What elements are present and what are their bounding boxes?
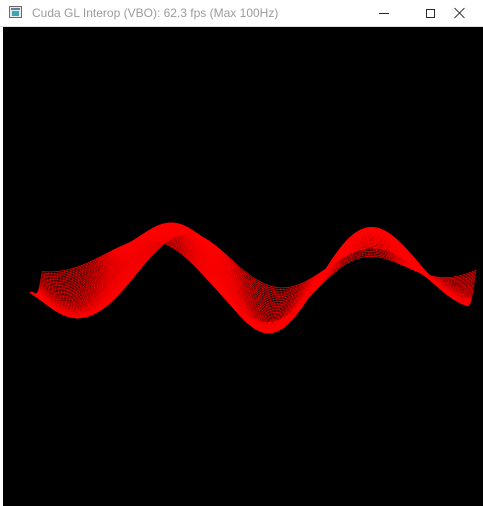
minimize-icon: [379, 12, 389, 14]
sine-wave-mesh: [29, 222, 477, 334]
app-window: Cuda GL Interop (VBO): 62.3 fps (Max 100…: [0, 0, 483, 506]
window-title: Cuda GL Interop (VBO): 62.3 fps (Max 100…: [32, 6, 279, 20]
maximize-icon: [425, 8, 435, 18]
mesh-wireframe: [29, 222, 477, 334]
gl-viewport[interactable]: [3, 27, 483, 506]
close-icon: [454, 7, 466, 19]
title-bar[interactable]: Cuda GL Interop (VBO): 62.3 fps (Max 100…: [0, 0, 483, 27]
minimize-button[interactable]: [361, 0, 407, 26]
app-window-icon[interactable]: [9, 6, 22, 18]
close-button[interactable]: [437, 0, 483, 26]
